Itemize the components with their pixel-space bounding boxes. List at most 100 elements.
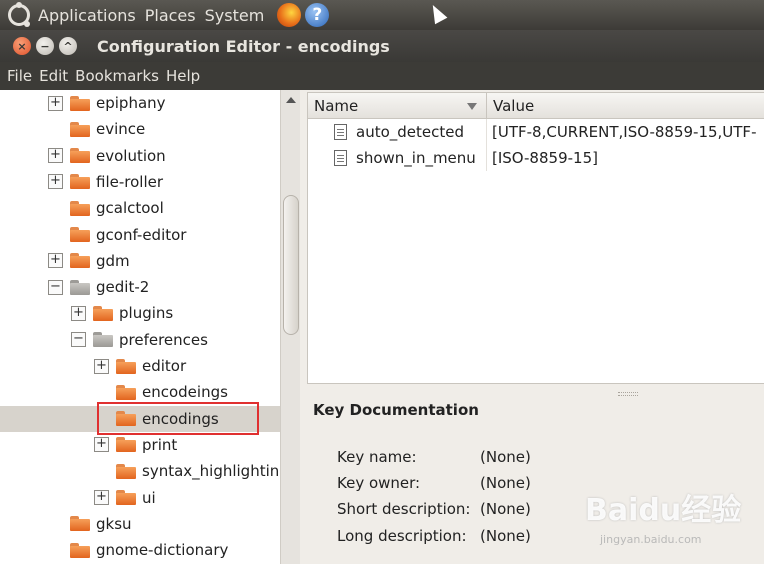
places-menu[interactable]: Places — [145, 6, 196, 25]
top-panel: Applications Places System ? — [0, 0, 764, 30]
menu-edit[interactable]: Edit — [39, 67, 68, 85]
key-list[interactable]: Name Value auto_detected [UTF-8,CURRENT,… — [307, 92, 764, 384]
expand-icon[interactable]: + — [48, 148, 63, 164]
expand-icon[interactable]: + — [94, 490, 109, 505]
tree-item-file-roller[interactable]: + file-roller — [48, 169, 163, 195]
folder-icon — [116, 463, 136, 479]
tree-item-plugins[interactable]: + plugins — [71, 300, 173, 326]
folder-icon — [70, 200, 90, 216]
menu-bookmarks[interactable]: Bookmarks — [75, 67, 159, 85]
folder-icon — [70, 174, 90, 190]
pane-splitter-handle[interactable] — [618, 392, 638, 396]
tree-item-gedit-2[interactable]: − gedit-2 — [48, 274, 149, 300]
menu-help[interactable]: Help — [166, 67, 200, 85]
tree-item-gconf-editor[interactable]: gconf-editor — [48, 222, 186, 248]
tree-item-ui[interactable]: + ui — [94, 485, 156, 511]
tree-item-label: plugins — [119, 304, 174, 323]
scrollbar-thumb[interactable] — [283, 195, 299, 335]
tree-item-syntax-highlighting[interactable]: syntax_highlighting — [94, 458, 280, 484]
baidu-watermark: Baidu经验 — [585, 493, 742, 528]
folder-icon — [116, 490, 136, 505]
expand-icon[interactable]: + — [48, 253, 63, 269]
tree-item-gcalctool[interactable]: gcalctool — [48, 195, 164, 221]
tree-item-gksu[interactable]: gksu — [48, 511, 132, 537]
tree-item-editor[interactable]: + editor — [94, 353, 186, 379]
expand-icon[interactable]: + — [94, 437, 109, 453]
collapse-icon[interactable]: − — [71, 332, 86, 348]
baidu-watermark-url: jingyan.baidu.com — [600, 533, 702, 546]
tree-item-label: evince — [96, 120, 146, 139]
directory-tree[interactable]: + epiphany evince + evolution + file-roller gca… — [0, 90, 280, 564]
folder-icon — [70, 542, 90, 558]
expand-icon[interactable]: + — [48, 174, 63, 190]
folder-icon — [70, 148, 90, 164]
list-row[interactable]: shown_in_menu [ISO-8859-15] — [308, 145, 764, 171]
column-header-value[interactable]: Value — [487, 93, 534, 118]
key-documentation-title: Key Documentation — [313, 401, 479, 419]
column-header-name[interactable]: Name — [308, 93, 487, 118]
tree-item-preferences[interactable]: − preferences — [71, 327, 208, 353]
tree-item-label: file-roller — [96, 172, 164, 191]
tree-scrollbar[interactable] — [280, 90, 300, 564]
folder-icon — [116, 384, 136, 400]
tree-item-label: gcalctool — [96, 199, 164, 218]
tree-item-label: gksu — [96, 514, 132, 533]
column-value-label: Value — [493, 96, 535, 115]
folder-icon — [70, 227, 90, 242]
expand-icon[interactable]: + — [71, 305, 86, 321]
tree-item-label: syntax_highlighting — [142, 462, 280, 481]
expand-icon[interactable]: + — [48, 95, 63, 111]
close-window-button[interactable]: × — [13, 37, 31, 55]
system-menu[interactable]: System — [205, 6, 265, 25]
applications-menu[interactable]: Applications — [38, 6, 136, 25]
tree-item-epiphany[interactable]: + epiphany — [48, 90, 166, 116]
tree-item-label: evolution — [96, 146, 166, 165]
menubar: File Edit Bookmarks Help — [0, 62, 764, 90]
column-name-label: Name — [314, 96, 359, 115]
tree-item-label: editor — [142, 357, 187, 375]
expand-icon[interactable]: + — [94, 358, 109, 374]
tree-item-evince[interactable]: evince — [48, 116, 145, 142]
help-icon[interactable]: ? — [305, 3, 330, 27]
tree-item-gnome-dictionary[interactable]: gnome-dictionary — [48, 537, 228, 563]
key-name-cell: shown_in_menu — [356, 149, 476, 167]
ubuntu-logo-icon[interactable] — [8, 2, 30, 27]
folder-icon — [93, 305, 113, 321]
folder-icon — [70, 253, 90, 269]
tree-item-gdm[interactable]: + gdm — [48, 248, 130, 274]
sort-arrow-icon — [467, 103, 477, 110]
menu-file[interactable]: File — [7, 67, 32, 85]
tree-item-print[interactable]: + print — [94, 432, 177, 458]
folder-icon — [70, 516, 90, 532]
minimize-window-button[interactable]: − — [36, 37, 54, 55]
window-title: Configuration Editor - encodings — [97, 36, 390, 56]
key-value-cell: [ISO-8859-15] — [492, 149, 598, 167]
doc-key-owner-row: Key owner: (None) — [337, 474, 531, 492]
folder-icon — [70, 121, 90, 137]
list-row[interactable]: auto_detected [UTF-8,CURRENT,ISO-8859-15… — [308, 119, 764, 145]
key-document-icon — [334, 150, 347, 166]
window-titlebar[interactable]: × − ^ Configuration Editor - encodings — [0, 30, 764, 62]
scroll-up-arrow-icon[interactable] — [286, 97, 296, 103]
key-value-cell: [UTF-8,CURRENT,ISO-8859-15,UTF- — [492, 123, 757, 141]
tree-item-label: gconf-editor — [96, 225, 187, 244]
firefox-icon[interactable] — [277, 3, 302, 27]
maximize-window-button[interactable]: ^ — [59, 37, 77, 55]
folder-open-icon — [70, 279, 90, 295]
tree-item-label: gnome-dictionary — [96, 541, 229, 560]
folder-icon — [116, 358, 136, 374]
tree-item-label: preferences — [119, 330, 208, 349]
folder-icon — [70, 95, 90, 111]
tree-item-label: epiphany — [96, 94, 166, 112]
selection-highlight-box — [97, 402, 259, 435]
tree-item-label: ui — [142, 488, 156, 507]
collapse-icon[interactable]: − — [48, 279, 63, 295]
key-name-cell: auto_detected — [356, 123, 464, 141]
tree-item-evolution[interactable]: + evolution — [48, 143, 166, 169]
